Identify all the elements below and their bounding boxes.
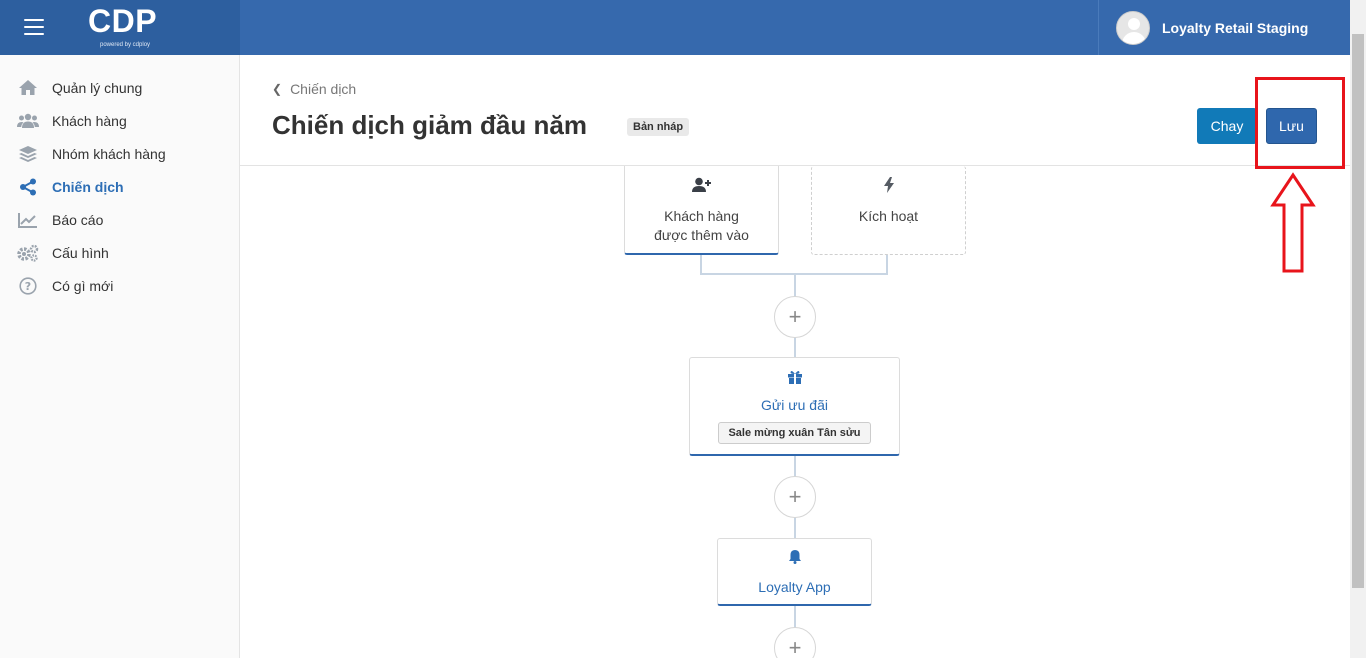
- gift-icon: [787, 370, 803, 389]
- gears-icon: [17, 244, 39, 262]
- breadcrumb[interactable]: ❮ Chiến dịch: [272, 81, 356, 97]
- bolt-icon: [883, 177, 894, 198]
- bell-icon: [788, 549, 802, 569]
- svg-text:?: ?: [25, 280, 31, 293]
- node-label: Kích hoạt: [858, 208, 919, 224]
- share-icon: [17, 178, 39, 196]
- logo[interactable]: CDP: [88, 3, 157, 40]
- action-send-offer[interactable]: Gửi ưu đãi Sale mừng xuân Tân sửu: [689, 357, 900, 456]
- sidebar-item-label: Khách hàng: [52, 112, 127, 129]
- trigger-customer-added[interactable]: Khách hàng được thêm vào: [624, 166, 779, 255]
- home-icon: [17, 79, 39, 97]
- chevron-left-icon: ❮: [272, 82, 283, 96]
- sidebar-item-label: Quản lý chung: [52, 79, 143, 96]
- annotation-arrow-icon: [1270, 172, 1316, 273]
- connector-line: [794, 517, 796, 539]
- sidebar-item-customers[interactable]: Khách hàng: [0, 104, 239, 137]
- question-icon: ?: [17, 276, 39, 295]
- sidebar-item-reports[interactable]: Báo cáo: [0, 203, 239, 236]
- connector-line: [886, 254, 888, 275]
- breadcrumb-label: Chiến dịch: [290, 81, 357, 97]
- status-badge: Bản nháp: [627, 118, 690, 136]
- top-bar: CDP powered by cdploy Loyalty Retail Sta…: [0, 0, 1350, 55]
- node-label: Gửi ưu đãi: [761, 397, 828, 413]
- add-step-button[interactable]: +: [774, 476, 816, 518]
- run-button[interactable]: Chay: [1197, 108, 1257, 144]
- menu-icon[interactable]: [24, 19, 44, 35]
- avatar: [1116, 10, 1150, 45]
- sidebar-item-settings[interactable]: Cấu hình: [0, 236, 239, 269]
- users-icon: [17, 112, 39, 130]
- header-divider: [240, 165, 1350, 166]
- brand-area: CDP powered by cdploy: [0, 0, 240, 55]
- sidebar-item-customer-groups[interactable]: Nhóm khách hàng: [0, 137, 239, 170]
- sidebar-item-label: Có gì mới: [52, 277, 114, 294]
- chart-icon: [17, 211, 39, 229]
- logo-subtitle: powered by cdploy: [100, 42, 151, 48]
- connector-line: [794, 275, 796, 297]
- connector-line: [794, 337, 796, 358]
- add-step-button[interactable]: +: [774, 296, 816, 338]
- node-label: Loyalty App: [758, 579, 831, 595]
- scrollbar[interactable]: [1350, 0, 1366, 658]
- sidebar-item-label: Chiến dịch: [52, 178, 124, 195]
- node-label: Khách hàng được thêm vào: [654, 208, 749, 243]
- sidebar-item-label: Nhóm khách hàng: [52, 145, 166, 162]
- sidebar-item-label: Báo cáo: [52, 211, 104, 228]
- connector-line: [794, 605, 796, 628]
- sidebar-item-label: Cấu hình: [52, 244, 109, 261]
- layers-icon: [17, 145, 39, 163]
- sidebar-item-campaigns[interactable]: Chiến dịch: [0, 170, 239, 203]
- sidebar-item-whats-new[interactable]: ? Có gì mới: [0, 269, 239, 302]
- connector-line: [794, 455, 796, 477]
- page-title: Chiến dịch giảm đầu năm: [272, 110, 587, 140]
- offer-tag[interactable]: Sale mừng xuân Tân sửu: [718, 422, 871, 444]
- sidebar-item-overview[interactable]: Quản lý chung: [0, 71, 239, 104]
- scroll-thumb[interactable]: [1352, 34, 1364, 588]
- user-menu[interactable]: Loyalty Retail Staging: [1098, 0, 1350, 55]
- action-loyalty-app[interactable]: Loyalty App: [717, 538, 872, 606]
- add-user-icon: [691, 177, 712, 198]
- trigger-activation[interactable]: Kích hoạt: [811, 166, 966, 255]
- user-name: Loyalty Retail Staging: [1162, 19, 1309, 36]
- connector-line: [700, 254, 702, 275]
- add-step-button[interactable]: +: [774, 627, 816, 658]
- sidebar: Quản lý chung Khách hàng Nhóm khách hàng…: [0, 55, 240, 658]
- annotation-highlight-box: [1255, 77, 1345, 169]
